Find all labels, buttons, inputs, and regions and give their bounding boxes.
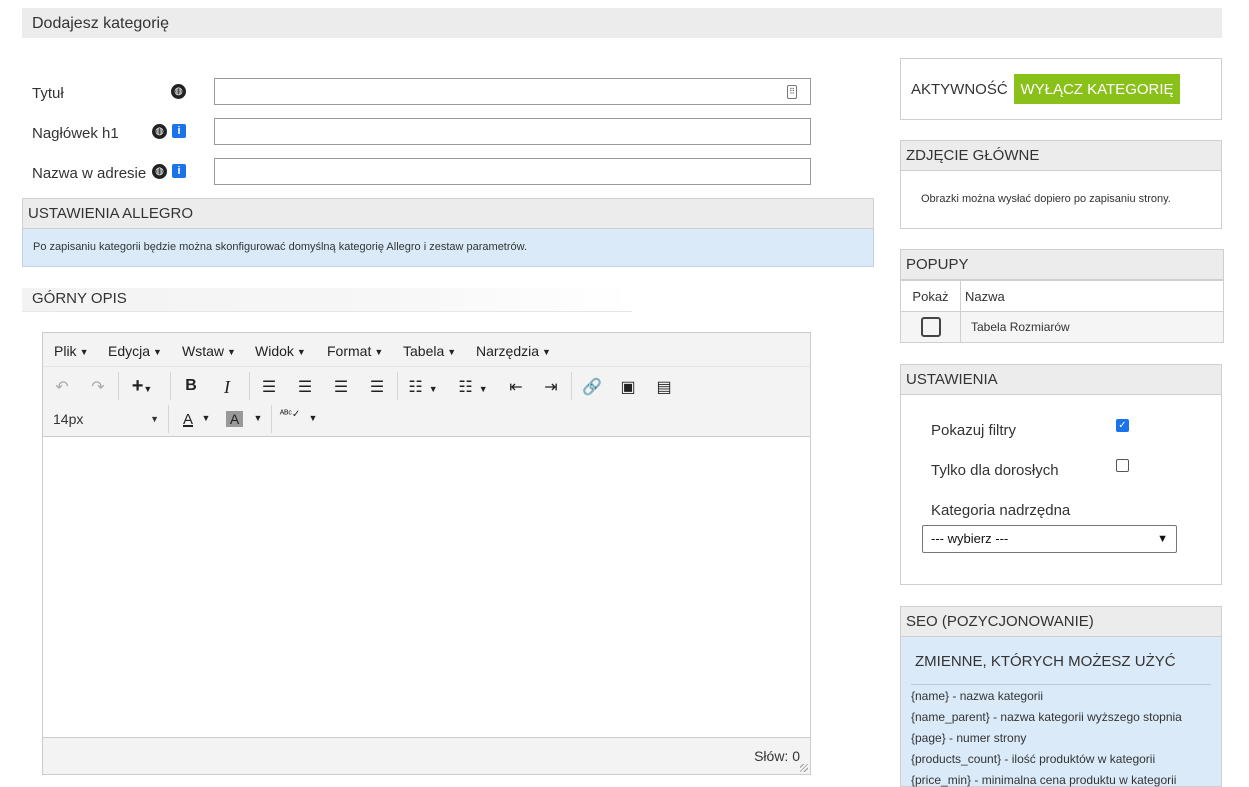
h1-input[interactable] bbox=[214, 118, 811, 145]
text-color-icon[interactable]: A bbox=[177, 411, 199, 428]
editor-toolbar: ↶ ↷ +▼ B I ☰ ☰ ☰ ☰ ☷ ▼ ☷ ▼ ⇤ ⇥ 🔗 ▣ ▤ 14px … bbox=[43, 367, 810, 437]
outdent-icon[interactable]: ⇤ bbox=[505, 377, 527, 397]
allegro-header: USTAWIENIA ALLEGRO bbox=[22, 198, 874, 229]
adults-only-label: Tylko dla dorosłych bbox=[931, 462, 1059, 479]
popups-header: POPUPY bbox=[900, 249, 1224, 280]
main-photo-header: ZDJĘCIE GŁÓWNE bbox=[900, 140, 1222, 171]
seo-body: ZMIENNE, KTÓRYCH MOŻESZ UŻYĆ {name} - na… bbox=[900, 637, 1222, 787]
spellcheck-icon[interactable]: ᴬᴮᶜ✓ bbox=[279, 409, 301, 420]
h1-label: Nagłówek h1 bbox=[32, 125, 119, 142]
rich-text-editor[interactable]: Plik ▼ Edycja ▼ Wstaw ▼ Widok ▼ Format ▼ Tabe… bbox=[42, 332, 811, 775]
seo-variable: {page} - numer strony bbox=[911, 731, 1027, 745]
undo-icon[interactable]: ↶ bbox=[51, 377, 73, 397]
popups-table: Pokaż Nazwa Tabela Rozmiarów bbox=[900, 280, 1224, 343]
italic-icon[interactable]: I bbox=[216, 377, 238, 398]
parent-category-select[interactable]: --- wybierz --- ▼ bbox=[922, 525, 1177, 553]
highlight-dropdown-icon[interactable]: ▼ bbox=[252, 413, 264, 423]
text-color-dropdown-icon[interactable]: ▼ bbox=[200, 413, 212, 423]
insert-plus-icon[interactable]: +▼ bbox=[127, 375, 157, 398]
url-label: Nazwa w adresie bbox=[32, 165, 147, 182]
settings-body: Pokazuj filtry ✓ Tylko dla dorosłych Kat… bbox=[900, 395, 1222, 585]
show-filters-checkbox[interactable]: ✓ bbox=[1116, 419, 1129, 432]
info-icon[interactable]: i bbox=[172, 164, 186, 178]
activity-label: AKTYWNOŚĆ bbox=[911, 81, 1008, 98]
globe-icon[interactable]: ◍ bbox=[171, 84, 186, 99]
menu-file[interactable]: Plik ▼ bbox=[54, 343, 88, 359]
bullet-list-icon[interactable]: ☷ ▼ bbox=[405, 377, 441, 397]
editor-content-area[interactable] bbox=[43, 437, 810, 738]
info-icon[interactable]: i bbox=[172, 124, 186, 138]
col-show-header: Pokaż bbox=[900, 280, 961, 312]
seo-header: SEO (POZYCJONOWANIE) bbox=[900, 606, 1222, 637]
globe-icon[interactable]: ◍ bbox=[152, 164, 167, 179]
title-input[interactable]: ⠿ bbox=[214, 78, 811, 105]
seo-variable: {products_count} - ilość produktów w kat… bbox=[911, 752, 1156, 766]
menu-tools[interactable]: Narzędzia ▼ bbox=[476, 343, 551, 359]
popup-show-checkbox[interactable] bbox=[920, 317, 941, 337]
popup-show-cell bbox=[900, 311, 961, 343]
link-icon[interactable]: 🔗 bbox=[581, 377, 603, 397]
align-left-icon[interactable]: ☰ bbox=[258, 377, 280, 397]
show-filters-label: Pokazuj filtry bbox=[931, 422, 1017, 439]
menu-table[interactable]: Tabela ▼ bbox=[403, 343, 456, 359]
menu-insert[interactable]: Wstaw ▼ bbox=[182, 343, 236, 359]
font-size-select[interactable]: 14px ▼ bbox=[53, 411, 159, 427]
seo-variable: {name_parent} - nazwa kategorii wyższego… bbox=[911, 710, 1182, 724]
top-description-title: GÓRNY OPIS bbox=[22, 288, 632, 312]
bold-icon[interactable]: B bbox=[180, 377, 202, 395]
seo-variables-title: ZMIENNE, KTÓRYCH MOŻESZ UŻYĆ bbox=[915, 653, 1176, 670]
resize-handle-icon[interactable] bbox=[800, 764, 808, 772]
globe-icon[interactable]: ◍ bbox=[152, 124, 167, 139]
editor-menubar: Plik ▼ Edycja ▼ Wstaw ▼ Widok ▼ Format ▼ Tabe… bbox=[43, 333, 810, 367]
indent-icon[interactable]: ⇥ bbox=[540, 377, 562, 397]
parent-category-label: Kategoria nadrzędna bbox=[931, 502, 1071, 519]
allegro-note: Po zapisaniu kategorii będzie można skon… bbox=[33, 241, 528, 253]
align-right-icon[interactable]: ☰ bbox=[330, 377, 352, 397]
highlight-color-icon[interactable]: A bbox=[226, 411, 243, 427]
image-icon[interactable]: ▣ bbox=[617, 377, 639, 397]
media-icon[interactable]: ▤ bbox=[653, 377, 675, 397]
page-title: Dodajesz kategorię bbox=[32, 15, 169, 32]
title-label: Tytuł bbox=[32, 85, 64, 102]
menu-edit[interactable]: Edycja ▼ bbox=[108, 343, 162, 359]
seo-variable: {price_min} - minimalna cena produktu w … bbox=[911, 773, 1177, 787]
seo-variable: {name} - nazwa kategorii bbox=[911, 689, 1044, 703]
align-center-icon[interactable]: ☰ bbox=[294, 377, 316, 397]
spellcheck-dropdown-icon[interactable]: ▼ bbox=[307, 413, 319, 423]
allegro-note-box: Po zapisaniu kategorii będzie można skon… bbox=[22, 229, 874, 267]
col-name-header: Nazwa bbox=[960, 280, 1224, 312]
disable-category-button[interactable]: WYŁĄCZ KATEGORIĘ bbox=[1014, 74, 1180, 104]
url-input[interactable] bbox=[214, 158, 811, 185]
page-header: Dodajesz kategorię bbox=[22, 8, 1222, 38]
settings-header: USTAWIENIA bbox=[900, 364, 1222, 395]
adults-only-checkbox[interactable] bbox=[1116, 459, 1129, 472]
divider bbox=[911, 684, 1211, 685]
align-justify-icon[interactable]: ☰ bbox=[366, 377, 388, 397]
word-count: Słów: 0 bbox=[754, 748, 800, 764]
chevron-down-icon: ▼ bbox=[1157, 533, 1168, 545]
editor-statusbar: Słów: 0 bbox=[43, 737, 810, 774]
main-photo-note: Obrazki można wysłać dopiero po zapisani… bbox=[921, 193, 1171, 205]
activity-box: AKTYWNOŚĆ WYŁĄCZ KATEGORIĘ bbox=[900, 58, 1222, 120]
menu-format[interactable]: Format ▼ bbox=[327, 343, 383, 359]
redo-icon[interactable]: ↷ bbox=[87, 377, 109, 397]
keyboard-icon[interactable]: ⠿ bbox=[787, 85, 797, 99]
menu-view[interactable]: Widok ▼ bbox=[255, 343, 306, 359]
main-photo-body: Obrazki można wysłać dopiero po zapisani… bbox=[900, 171, 1222, 229]
numbered-list-icon[interactable]: ☷ ▼ bbox=[455, 377, 491, 397]
popup-name-cell: Tabela Rozmiarów bbox=[960, 311, 1224, 343]
